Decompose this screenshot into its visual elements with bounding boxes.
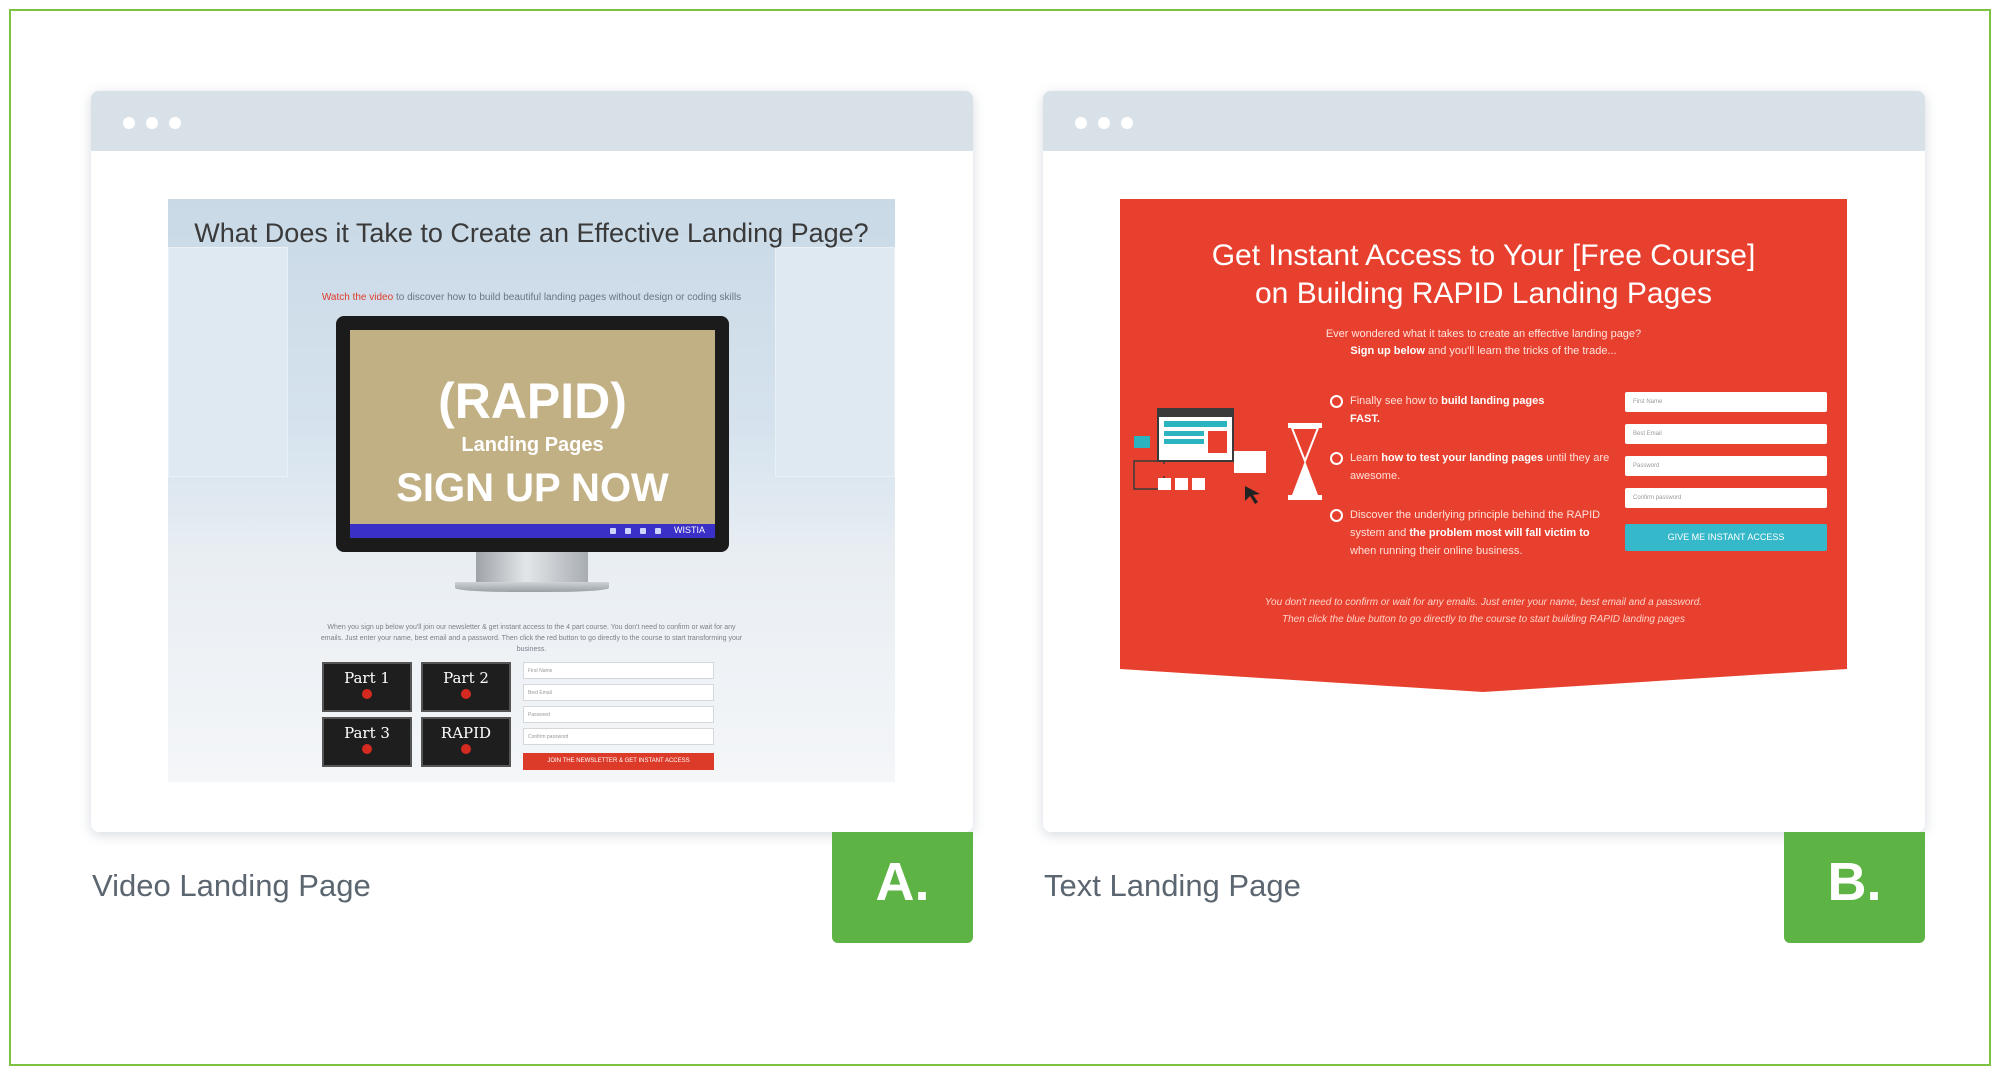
benefit-bullet: Discover the underlying principle behind… (1330, 506, 1610, 560)
preview-headline: What Does it Take to Create an Effective… (194, 218, 869, 248)
card-caption: Text Landing Page (1044, 868, 1301, 903)
preview-subheadline: Ever wondered what it takes to create an… (1325, 328, 1642, 357)
email-field[interactable]: Best Email (1625, 424, 1827, 444)
confirm-password-field[interactable]: Confirm password (1625, 488, 1827, 508)
course-part-thumbnail[interactable]: RAPID (421, 717, 511, 767)
play-icon (362, 744, 372, 754)
course-part-thumbnail[interactable]: Part 2 (421, 662, 511, 712)
player-brand: WISTIA (674, 525, 705, 535)
preview-headline: Get Instant Access to Your [Free Course]… (1211, 239, 1756, 310)
card-text-landing-page[interactable]: Get Instant Access to Your [Free Course]… (1043, 91, 1925, 943)
settings-icon[interactable] (640, 528, 646, 534)
check-circle-icon (1330, 452, 1343, 465)
window-dot-icon (1121, 117, 1133, 129)
password-field[interactable]: Password (523, 706, 714, 723)
first-name-field[interactable]: First Name (1625, 392, 1827, 412)
window-dot-icon (123, 117, 135, 129)
monitor-stand (476, 552, 588, 582)
video-landing-page-preview[interactable]: What Does it Take to Create an Effective… (168, 199, 895, 782)
window-dot-icon (1075, 117, 1087, 129)
course-part-thumbnail[interactable]: Part 3 (322, 717, 412, 767)
window-dot-icon (1098, 117, 1110, 129)
signup-footnote: You don't need to confirm or wait for an… (1264, 597, 1703, 625)
background-panel (168, 247, 288, 477)
join-newsletter-button[interactable]: JOIN THE NEWSLETTER & GET INSTANT ACCESS (523, 753, 714, 770)
play-icon (461, 744, 471, 754)
volume-icon[interactable] (625, 528, 631, 534)
monitor-icon: (RAPID) Landing Pages SIGN UP NOW WISTIA (336, 316, 729, 552)
signup-description: When you sign up below you'll join our n… (320, 624, 743, 653)
option-badge: A. (832, 832, 973, 943)
browser-titlebar (91, 91, 973, 151)
video-control-bar[interactable]: WISTIA (350, 524, 715, 538)
play-icon[interactable] (610, 528, 616, 534)
check-circle-icon (1330, 509, 1343, 522)
benefit-bullet: Finally see how to build landing pages FA… (1330, 392, 1610, 428)
play-icon (362, 689, 372, 699)
give-me-instant-access-button[interactable]: GIVE ME INSTANT ACCESS (1625, 524, 1827, 551)
fullscreen-icon[interactable] (655, 528, 661, 534)
video-player[interactable]: (RAPID) Landing Pages SIGN UP NOW (350, 330, 715, 524)
card-video-landing-page[interactable]: What Does it Take to Create an Effective… (91, 91, 973, 943)
play-icon (461, 689, 471, 699)
confirm-password-field[interactable]: Confirm password (523, 728, 714, 745)
video-subtitle: Landing Pages (461, 434, 604, 456)
preview-subheadline: Watch the video to discover how to build… (321, 292, 742, 303)
password-field[interactable]: Password (1625, 456, 1827, 476)
video-cta-text: SIGN UP NOW (396, 466, 669, 510)
monitor-base (455, 582, 609, 592)
window-dot-icon (169, 117, 181, 129)
background-panel (775, 247, 895, 477)
benefit-bullet: Learn how to test your landing pages unt… (1330, 449, 1610, 485)
option-badge: B. (1784, 832, 1925, 943)
card-caption: Video Landing Page (92, 868, 371, 903)
course-part-thumbnail[interactable]: Part 1 (322, 662, 412, 712)
browser-window-mockup: Get Instant Access to Your [Free Course]… (1043, 91, 1925, 832)
browser-titlebar (1043, 91, 1925, 151)
browser-window-mockup: What Does it Take to Create an Effective… (91, 91, 973, 832)
window-dot-icon (146, 117, 158, 129)
video-title: (RAPID) (438, 373, 627, 429)
email-field[interactable]: Best Email (523, 684, 714, 701)
check-circle-icon (1330, 395, 1343, 408)
text-landing-page-preview[interactable]: Get Instant Access to Your [Free Course]… (1120, 199, 1847, 699)
first-name-field[interactable]: First Name (523, 662, 714, 679)
